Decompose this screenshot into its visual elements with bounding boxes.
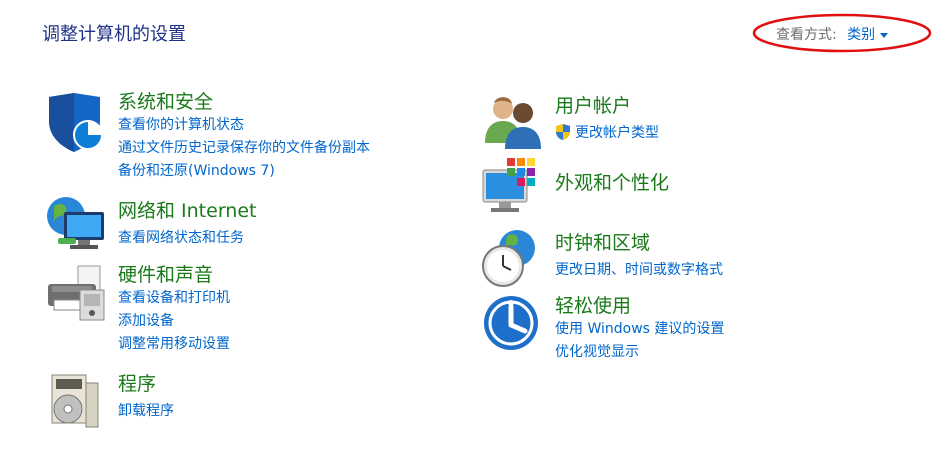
category-network-internet: 网络和 Internet 查看网络状态和任务 bbox=[44, 196, 424, 256]
category-title-system-security[interactable]: 系统和安全 bbox=[118, 87, 213, 114]
category-title-user-accounts[interactable]: 用户帐户 bbox=[555, 91, 631, 118]
link-change-account-type[interactable]: 更改帐户类型 bbox=[555, 122, 659, 142]
category-title-appearance-personalization[interactable]: 外观和个性化 bbox=[555, 168, 669, 195]
link-backup-restore[interactable]: 备份和还原(Windows 7) bbox=[118, 160, 275, 180]
link-windows-recommended-settings[interactable]: 使用 Windows 建议的设置 bbox=[555, 318, 724, 338]
category-appearance-personalization: 外观和个性化 bbox=[481, 158, 861, 228]
category-title-hardware-sound[interactable]: 硬件和声音 bbox=[118, 260, 213, 287]
link-mobility-settings[interactable]: 调整常用移动设置 bbox=[118, 333, 230, 353]
link-file-history-backup[interactable]: 通过文件历史记录保存你的文件备份副本 bbox=[118, 137, 370, 157]
category-clock-region: 时钟和区域 更改日期、时间或数字格式 bbox=[481, 228, 861, 288]
ease-of-access-icon bbox=[484, 296, 538, 350]
category-ease-of-access: 轻松使用 使用 Windows 建议的设置 优化视觉显示 bbox=[481, 291, 861, 361]
printer-icon bbox=[48, 265, 105, 321]
link-view-devices-printers[interactable]: 查看设备和打印机 bbox=[118, 287, 230, 307]
uac-shield-icon bbox=[556, 124, 570, 140]
link-view-computer-status[interactable]: 查看你的计算机状态 bbox=[118, 114, 244, 134]
monitor-color-icon bbox=[482, 158, 535, 212]
link-add-device[interactable]: 添加设备 bbox=[118, 310, 174, 330]
category-title-network-internet[interactable]: 网络和 Internet bbox=[118, 196, 256, 223]
link-optimize-visual-display[interactable]: 优化视觉显示 bbox=[555, 341, 639, 361]
link-uninstall-program[interactable]: 卸载程序 bbox=[118, 400, 174, 420]
link-change-account-type-label: 更改帐户类型 bbox=[575, 125, 659, 141]
network-globe-icon bbox=[47, 197, 104, 249]
category-programs: 程序 卸载程序 bbox=[44, 369, 424, 439]
users-icon bbox=[485, 97, 541, 149]
category-system-security: 系统和安全 查看你的计算机状态 通过文件历史记录保存你的文件备份副本 备份和还原… bbox=[44, 87, 424, 187]
clock-globe-icon bbox=[482, 230, 535, 287]
security-shield-icon bbox=[49, 93, 103, 152]
link-view-network-status[interactable]: 查看网络状态和任务 bbox=[118, 227, 244, 247]
page-title: 调整计算机的设置 bbox=[42, 24, 186, 45]
link-change-date-time-format[interactable]: 更改日期、时间或数字格式 bbox=[555, 259, 723, 279]
category-hardware-sound: 硬件和声音 查看设备和打印机 添加设备 调整常用移动设置 bbox=[44, 260, 424, 360]
category-user-accounts: 用户帐户 更改帐户类型 bbox=[481, 91, 861, 151]
programs-disc-icon bbox=[51, 374, 99, 428]
red-annotation-ellipse bbox=[752, 13, 932, 53]
category-title-programs[interactable]: 程序 bbox=[118, 369, 156, 396]
category-title-clock-region[interactable]: 时钟和区域 bbox=[555, 228, 650, 255]
category-title-ease-of-access[interactable]: 轻松使用 bbox=[555, 291, 631, 318]
